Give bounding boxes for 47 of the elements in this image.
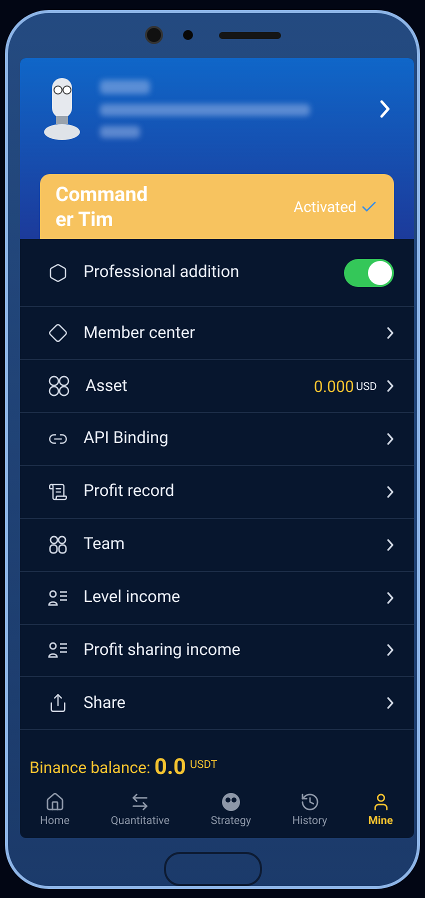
menu-item[interactable]: Asset 0.000 USD (20, 360, 414, 414)
swap-icon (130, 792, 150, 812)
menu-item[interactable]: Professional addition (20, 239, 414, 308)
history-icon (300, 792, 320, 812)
robot-avatar (42, 76, 82, 142)
currency-unit: USD (356, 380, 377, 393)
chevron-icon (386, 592, 394, 604)
menu-item[interactable]: Level income (20, 572, 414, 625)
team-icon (48, 534, 68, 555)
menu-item[interactable]: Team (20, 518, 414, 572)
camera-icon (144, 26, 162, 44)
nav-tab[interactable]: Mine (368, 792, 393, 838)
chevron-icon (386, 380, 394, 392)
nav-tab[interactable]: Home (40, 792, 70, 838)
share-icon (48, 693, 68, 714)
coins-icon (48, 375, 70, 398)
strategy-icon (220, 792, 241, 812)
user-list-icon (48, 588, 68, 607)
menu-item[interactable]: Share (20, 677, 414, 730)
sensor-icon (182, 30, 192, 40)
nav-tab[interactable]: Strategy (210, 792, 252, 838)
activation-status: Activated (294, 198, 378, 216)
nav-tab[interactable]: History (292, 792, 328, 838)
nav-tab[interactable]: Quantitative (110, 792, 170, 838)
balance-value: 0.0 (154, 754, 186, 780)
receipt-icon (48, 482, 68, 502)
chevron-icon (386, 327, 394, 340)
balance-label: Binance balance: (30, 758, 150, 777)
menu-item[interactable]: Profit sharing income (20, 624, 414, 678)
diamond-icon (48, 323, 68, 344)
user-list-icon (48, 641, 68, 660)
speaker-grille (218, 32, 280, 39)
currency-unit: USDT (190, 758, 218, 772)
chevron-icon[interactable] (380, 100, 390, 118)
membership-title: Command er Tim (56, 182, 149, 232)
menu-item[interactable]: API Binding (20, 413, 414, 466)
chevron-icon (386, 697, 394, 710)
chevron-icon (386, 538, 394, 551)
home-icon (44, 792, 65, 812)
chevron-icon (386, 432, 394, 445)
toggle-switch[interactable] (344, 258, 394, 287)
asset-value: 0.000 (314, 376, 354, 396)
menu-item[interactable]: Member center (20, 307, 414, 360)
menu-item[interactable]: Profit record (20, 466, 414, 519)
chevron-icon (386, 486, 394, 498)
hexagon-icon (48, 262, 68, 283)
chevron-icon (386, 644, 394, 656)
